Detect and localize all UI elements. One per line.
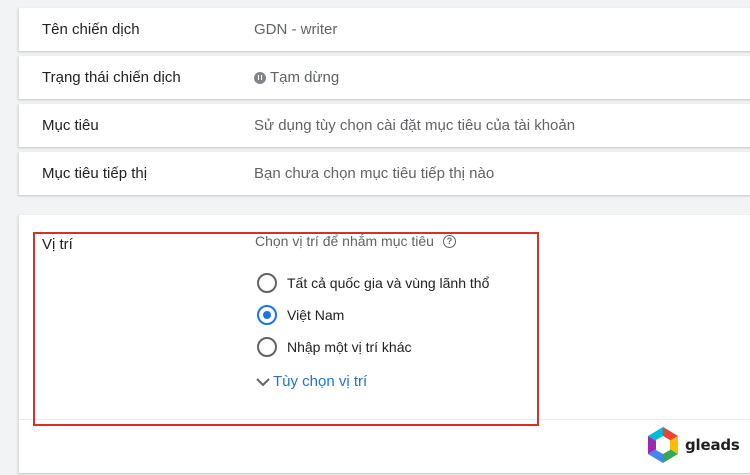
divider <box>19 419 750 420</box>
location-option-other[interactable]: Nhập một vị trí khác <box>257 331 489 363</box>
location-label: Vị trí <box>42 236 73 253</box>
row-label: Mục tiêu tiếp thị <box>42 165 148 182</box>
radio-label: Nhập một vị trí khác <box>287 339 412 355</box>
pause-circle-icon <box>254 71 266 84</box>
location-option-vietnam[interactable]: Việt Nam <box>257 299 489 331</box>
location-options-label: Tùy chọn vị trí <box>273 373 368 390</box>
location-prompt: Chọn vị trí để nhắm mục tiêu ? <box>255 233 456 249</box>
row-label: Trạng thái chiến dịch <box>42 69 181 86</box>
logo-text: gleads <box>685 436 740 454</box>
help-icon[interactable]: ? <box>442 234 456 248</box>
campaign-name-row[interactable]: Tên chiến dịch GDN - writer <box>18 8 750 51</box>
row-value: Sử dụng tùy chọn cài đặt mục tiêu của tà… <box>254 117 576 134</box>
row-value: GDN - writer <box>254 21 338 38</box>
location-radio-group: Tất cả quốc gia và vùng lãnh thổ Việt Na… <box>257 267 489 363</box>
radio-button[interactable] <box>257 273 277 293</box>
gleads-logo-icon <box>648 427 678 463</box>
radio-label: Tất cả quốc gia và vùng lãnh thổ <box>287 275 490 291</box>
status-text: Tạm dừng <box>270 69 340 86</box>
location-options-toggle[interactable]: Tùy chọn vị trí <box>255 373 367 390</box>
radio-label: Việt Nam <box>287 307 345 323</box>
location-option-all[interactable]: Tất cả quốc gia và vùng lãnh thổ <box>257 267 489 299</box>
radio-button[interactable] <box>257 337 277 357</box>
row-value-wrap: Tạm dừng <box>254 69 339 86</box>
marketing-objective-row[interactable]: Mục tiêu tiếp thị Bạn chưa chọn mục tiêu… <box>18 152 750 195</box>
location-prompt-text: Chọn vị trí để nhắm mục tiêu <box>255 233 434 249</box>
row-value: Bạn chưa chọn mục tiêu tiếp thị nào <box>254 165 495 182</box>
row-label: Tên chiến dịch <box>42 21 140 38</box>
gleads-logo: gleads <box>645 426 740 464</box>
location-card: Vị trí Chọn vị trí để nhắm mục tiêu ? Tấ… <box>18 215 750 473</box>
goal-row[interactable]: Mục tiêu Sử dụng tùy chọn cài đặt mục ti… <box>18 104 750 147</box>
chevron-down-icon <box>256 377 270 386</box>
radio-button-checked[interactable] <box>257 305 277 325</box>
campaign-status-row[interactable]: Trạng thái chiến dịch Tạm dừng <box>18 56 750 99</box>
campaign-settings: Tên chiến dịch GDN - writer Trạng thái c… <box>18 8 750 200</box>
row-label: Mục tiêu <box>42 117 99 134</box>
